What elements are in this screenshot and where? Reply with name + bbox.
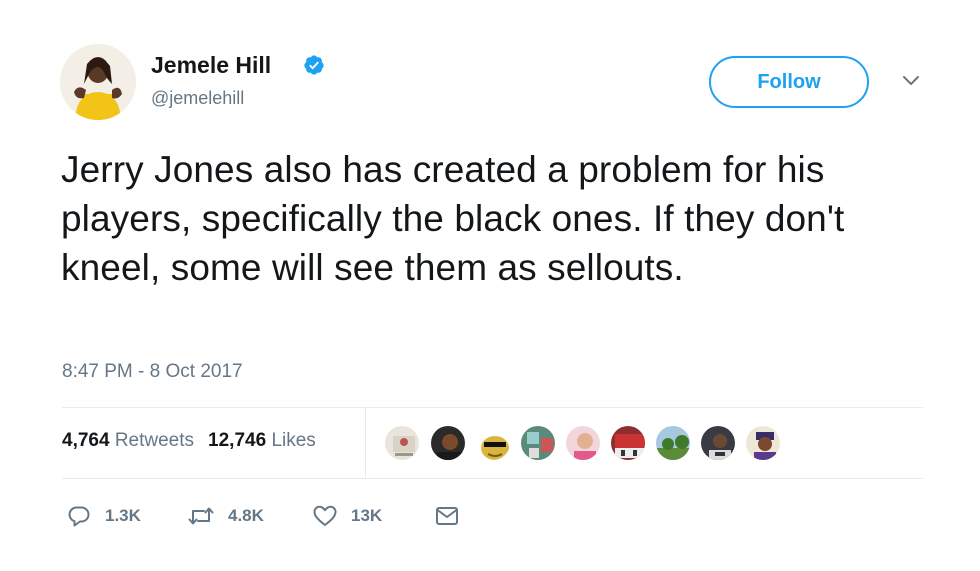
tweet-card: Jemele Hill @jemelehill Follow Jerry Jon…: [0, 0, 980, 571]
verified-badge-icon: [303, 54, 325, 76]
liker-avatar[interactable]: [744, 424, 782, 462]
direct-message-action[interactable]: [434, 503, 460, 529]
retweets-stat[interactable]: 4,764 Retweets: [62, 430, 194, 451]
likes-count: 12,746: [208, 430, 267, 451]
liker-avatar[interactable]: [474, 424, 512, 462]
divider: [62, 478, 923, 479]
follow-button[interactable]: Follow: [709, 56, 869, 108]
liker-avatar[interactable]: [699, 424, 737, 462]
tweet-stats: 4,764 Retweets 12,746 Likes: [62, 430, 316, 452]
liker-avatar[interactable]: [519, 424, 557, 462]
reply-action[interactable]: 1.3K: [66, 503, 141, 529]
user-handle[interactable]: @jemelehill: [151, 88, 244, 109]
liker-avatar[interactable]: [654, 424, 692, 462]
liker-avatar[interactable]: [609, 424, 647, 462]
display-name[interactable]: Jemele Hill: [151, 52, 271, 79]
liker-avatar[interactable]: [429, 424, 467, 462]
retweet-count: 4.8K: [228, 506, 264, 525]
like-action[interactable]: 13K: [312, 503, 382, 529]
divider: [62, 407, 923, 408]
retweets-count: 4,764: [62, 430, 110, 451]
likes-label: Likes: [271, 430, 316, 451]
retweet-action[interactable]: 4.8K: [187, 503, 264, 529]
retweets-label: Retweets: [114, 430, 195, 451]
tweet-text: Jerry Jones also has created a problem f…: [61, 149, 845, 288]
stats-separator: [365, 408, 366, 478]
retweet-icon: [187, 503, 215, 529]
tweet-timestamp[interactable]: 8:47 PM - 8 Oct 2017: [62, 361, 243, 383]
user-avatar[interactable]: [60, 44, 136, 120]
likes-stat[interactable]: 12,746 Likes: [208, 430, 316, 451]
direct-message-icon: [434, 503, 460, 529]
liker-avatar[interactable]: [564, 424, 602, 462]
like-heart-icon: [312, 503, 338, 529]
reply-icon: [66, 503, 92, 529]
chevron-down-icon[interactable]: [901, 74, 921, 88]
like-count: 13K: [351, 506, 383, 525]
liker-avatar[interactable]: [383, 424, 421, 462]
reply-count: 1.3K: [105, 506, 141, 525]
